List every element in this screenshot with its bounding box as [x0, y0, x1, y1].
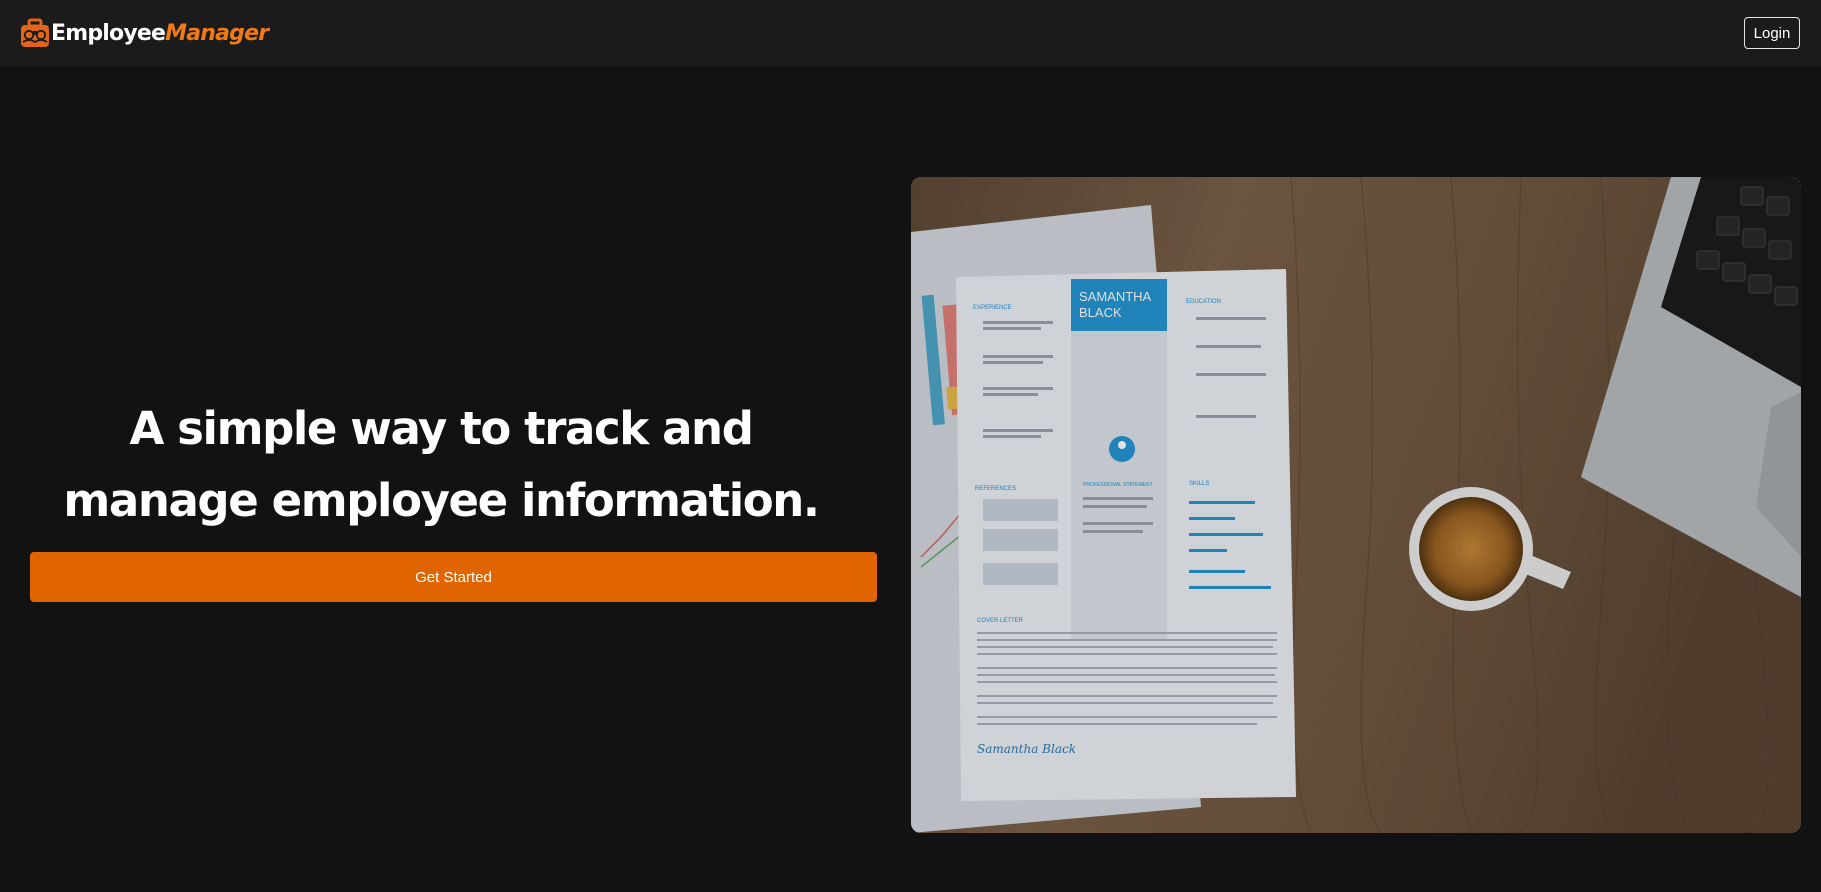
hero-headline-line1: A simple way to track and [129, 402, 753, 455]
briefcase-icon [21, 18, 49, 47]
hero-photo: SAMANTHA BLACK EXPERIENCE EDUCATION REFE… [911, 177, 1801, 833]
image-overlay [911, 177, 1801, 833]
login-button[interactable]: Login [1744, 17, 1800, 49]
hero-headline: A simple way to track and manage employe… [30, 393, 852, 537]
get-started-button[interactable]: Get Started [30, 552, 877, 602]
navbar: Employee Manager Login [0, 0, 1821, 67]
brand-name-employee: Employee [51, 20, 166, 46]
hero-headline-line2: manage employee information. [63, 474, 820, 527]
hero-image: SAMANTHA BLACK EXPERIENCE EDUCATION REFE… [911, 177, 1801, 833]
brand-name-manager: Manager [165, 20, 269, 46]
brand-logo[interactable]: Employee Manager [20, 15, 269, 51]
